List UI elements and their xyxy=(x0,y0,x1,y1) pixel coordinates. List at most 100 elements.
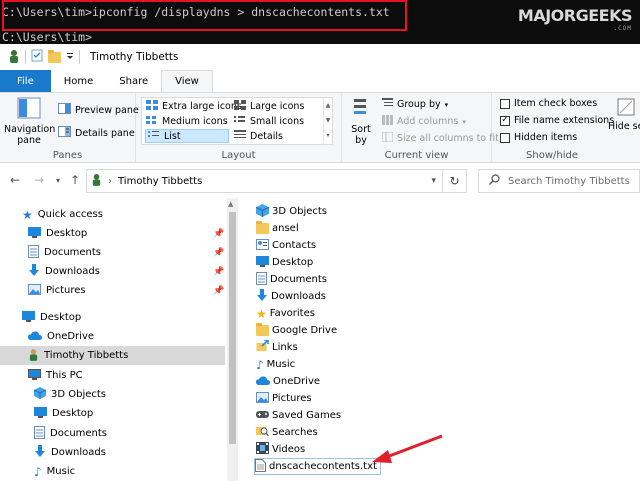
address-dropdown-icon[interactable]: ▾ xyxy=(431,176,436,186)
hide-selected-button[interactable]: Hide se xyxy=(608,97,640,132)
nav-pc-music[interactable]: ♪ Music xyxy=(0,462,225,481)
file-name-extensions-checkbox[interactable]: ✓ xyxy=(500,115,510,126)
user-folder-icon[interactable] xyxy=(8,49,20,66)
pin-icon[interactable]: 📌 xyxy=(213,229,224,239)
prompt-line: C:\Users\tim> xyxy=(2,30,93,44)
nav-user-folder[interactable]: Timothy Tibbetts xyxy=(0,346,225,365)
details-pane-button[interactable]: Details pane xyxy=(58,126,135,140)
star-icon: ★ xyxy=(22,207,33,222)
file-item-contacts[interactable]: Contacts xyxy=(256,237,316,254)
extra-large-icons-option[interactable]: Extra large icons xyxy=(146,100,242,113)
file-item-pictures[interactable]: Pictures xyxy=(256,390,312,407)
back-arrow-icon[interactable]: ← xyxy=(10,173,20,187)
breadcrumb-path[interactable]: Timothy Tibbetts xyxy=(118,176,202,187)
cube-icon xyxy=(33,387,47,402)
file-name-extensions-toggle[interactable]: ✓ File name extensions xyxy=(500,115,614,126)
panes-group-label: Panes xyxy=(52,150,83,161)
cloud-icon xyxy=(256,375,270,388)
scroll-up-arrow-icon[interactable]: ▲ xyxy=(228,200,233,208)
cloud-icon xyxy=(28,330,42,343)
nav-pc-3d-objects[interactable]: 3D Objects xyxy=(0,385,225,404)
pin-icon[interactable]: 📌 xyxy=(213,286,224,296)
layout-gallery-scroll[interactable]: ▲ ▼ ▾ xyxy=(323,98,332,144)
file-item-searches[interactable]: Searches xyxy=(256,424,318,441)
properties-icon[interactable] xyxy=(31,49,43,65)
file-item-dnscachecontents[interactable]: dnscachecontents.txt xyxy=(254,458,381,475)
search-icon xyxy=(489,174,500,188)
nav-quick-documents[interactable]: Documents xyxy=(0,243,225,262)
desktop-icon xyxy=(34,406,47,421)
sort-by-button[interactable]: Sort by xyxy=(350,97,372,146)
refresh-icon[interactable]: ↻ xyxy=(442,170,466,192)
nav-quick-desktop[interactable]: Desktop xyxy=(0,224,225,243)
extra-large-icons-icon xyxy=(146,100,158,113)
recent-locations-chevron-icon[interactable]: ▾ xyxy=(56,176,60,185)
item-check-boxes-checkbox[interactable] xyxy=(500,98,510,109)
up-arrow-icon[interactable]: ↑ xyxy=(70,173,80,187)
command-highlight-box xyxy=(2,0,407,31)
details-option[interactable]: Details xyxy=(234,130,283,143)
downloads-icon xyxy=(256,288,268,305)
navigation-pane-button[interactable]: Navigation pane xyxy=(4,97,55,146)
nav-quick-downloads[interactable]: Downloads xyxy=(0,262,225,281)
file-item-downloads[interactable]: Downloads xyxy=(256,288,326,305)
file-item-links[interactable]: Links xyxy=(256,339,298,356)
forward-arrow-icon[interactable]: → xyxy=(34,173,44,187)
address-bar[interactable]: › Timothy Tibbetts ▾ ↻ xyxy=(86,169,467,193)
item-check-boxes-toggle[interactable]: Item check boxes xyxy=(500,98,597,109)
tab-file[interactable]: File xyxy=(0,70,51,92)
file-item-videos[interactable]: Videos xyxy=(256,441,305,458)
title-bar: Timothy Tibbetts xyxy=(0,44,640,70)
add-columns-button[interactable]: Add columns ▾ xyxy=(382,115,466,128)
nav-pane-scrollbar[interactable]: ▲ xyxy=(227,198,238,481)
file-item-music[interactable]: ♪ Music xyxy=(256,356,295,373)
tab-home[interactable]: Home xyxy=(51,70,107,92)
user-folder-icon xyxy=(91,173,102,189)
nav-pc-downloads[interactable]: Downloads xyxy=(0,443,225,462)
nav-desktop[interactable]: Desktop xyxy=(0,308,225,327)
file-item-onedrive[interactable]: OneDrive xyxy=(256,373,320,390)
desktop-icon xyxy=(256,255,269,270)
links-icon xyxy=(256,339,269,355)
file-item-google-drive[interactable]: Google Drive xyxy=(256,322,337,339)
list-option[interactable]: List xyxy=(145,129,229,143)
file-item-desktop[interactable]: Desktop xyxy=(256,254,313,271)
scrollbar-thumb[interactable] xyxy=(229,212,236,444)
size-all-columns-button[interactable]: Size all columns to fit xyxy=(381,131,499,145)
breadcrumb-separator-icon[interactable]: › xyxy=(108,176,112,187)
small-icons-option[interactable]: Small icons xyxy=(234,115,304,128)
nav-onedrive[interactable]: OneDrive xyxy=(0,327,225,346)
nav-quick-pictures[interactable]: Pictures xyxy=(0,281,225,300)
tab-view[interactable]: View xyxy=(161,70,213,92)
pin-icon[interactable]: 📌 xyxy=(213,248,224,258)
file-item-3d-objects[interactable]: 3D Objects xyxy=(255,203,327,220)
folder-icon xyxy=(256,323,269,336)
nav-this-pc[interactable]: This PC xyxy=(0,366,225,385)
quick-access-toolbar xyxy=(8,49,80,66)
file-item-ansel[interactable]: ansel xyxy=(256,220,299,237)
file-list: 3D Objects ansel Contacts Desktop Docume… xyxy=(250,200,640,481)
file-item-favorites[interactable]: ★ Favorites xyxy=(256,305,315,322)
pin-icon[interactable]: 📌 xyxy=(213,267,224,277)
medium-icons-icon xyxy=(146,115,158,128)
show-hide-group-label: Show/hide xyxy=(526,150,578,161)
text-file-icon xyxy=(255,458,266,475)
group-by-button[interactable]: Group by ▾ xyxy=(382,98,448,111)
file-item-saved-games[interactable]: Saved Games xyxy=(256,407,341,424)
nav-quick-access[interactable]: ★ Quick access xyxy=(0,205,225,224)
navigation-pane: ★ Quick access Desktop 📌 Documents 📌 Dow… xyxy=(0,198,238,481)
preview-pane-button[interactable]: Preview pane xyxy=(58,103,139,117)
medium-icons-option[interactable]: Medium icons xyxy=(146,115,228,128)
ribbon: Navigation pane Preview pane Details pan… xyxy=(0,92,640,163)
search-box[interactable]: Search Timothy Tibbetts xyxy=(478,169,640,193)
customize-toolbar-icon[interactable] xyxy=(66,51,74,64)
new-folder-icon[interactable] xyxy=(48,49,61,63)
large-icons-option[interactable]: Large icons xyxy=(234,100,304,113)
hidden-items-checkbox[interactable] xyxy=(500,132,510,143)
small-icons-icon xyxy=(234,115,246,128)
nav-pc-documents[interactable]: Documents xyxy=(0,424,225,443)
nav-pc-desktop[interactable]: Desktop xyxy=(0,404,225,423)
hidden-items-toggle[interactable]: Hidden items xyxy=(500,132,577,143)
file-item-documents[interactable]: Documents xyxy=(256,271,327,288)
tab-share[interactable]: Share xyxy=(106,70,161,92)
